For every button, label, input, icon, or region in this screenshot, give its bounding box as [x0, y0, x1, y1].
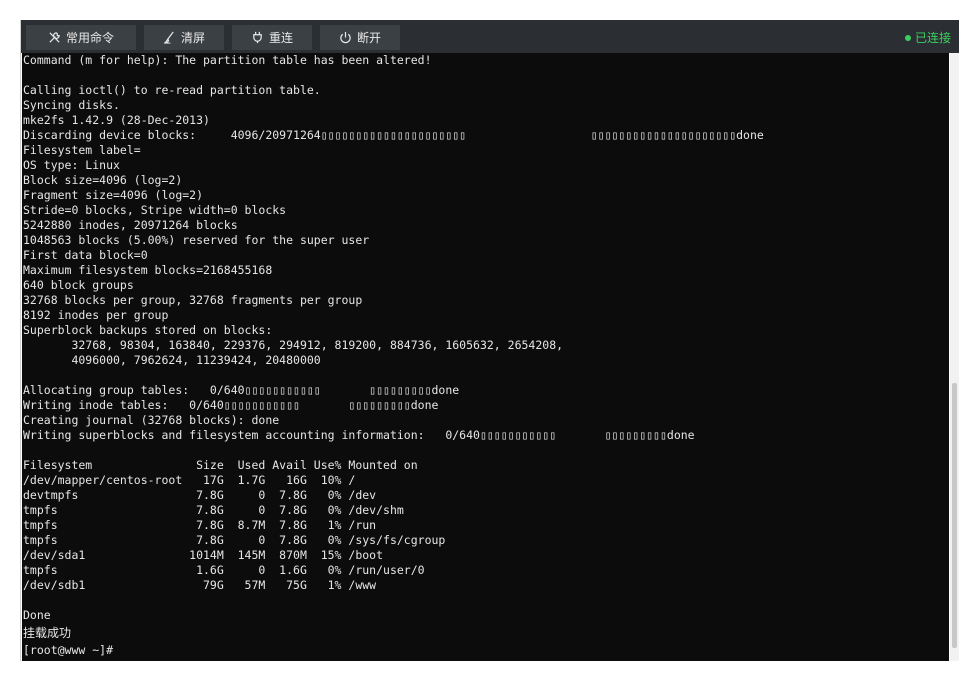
terminal-line: 4096000, 7962624, 11239424, 20480000 [23, 353, 321, 367]
terminal-window: 常用命令 清屏 重连 断开 已连接 Command (m for help): … [20, 20, 959, 661]
terminal-line: Syncing disks. [23, 98, 120, 112]
plug-icon [251, 31, 264, 44]
terminal-line: /dev/sdb1 79G 57M 75G 1% /www [23, 578, 377, 592]
terminal-line: Maximum filesystem blocks=2168455168 [23, 263, 273, 277]
scrollbar-thumb[interactable] [952, 383, 957, 648]
reconnect-label: 重连 [268, 31, 293, 45]
terminal-line: Allocating group tables: 0/640▯▯▯▯▯▯▯▯▯▯… [23, 383, 460, 397]
terminal-line: Stride=0 blocks, Stripe width=0 blocks [23, 203, 287, 217]
common-commands-label: 常用命令 [65, 31, 114, 45]
terminal-line: 32768 blocks per group, 32768 fragments … [23, 293, 363, 307]
terminal-text: Command (m for help): The partition tabl… [22, 53, 949, 658]
terminal-line: Superblock backups stored on blocks: [23, 323, 273, 337]
common-commands-button[interactable]: 常用命令 [26, 25, 136, 50]
brush-icon [163, 31, 176, 44]
clear-screen-label: 清屏 [180, 31, 205, 45]
connection-status-label: 已连接 [914, 31, 951, 45]
shell-prompt[interactable]: [root@www ~]# [23, 643, 949, 658]
terminal-line: tmpfs 7.8G 0 7.8G 0% /sys/fs/cgroup [23, 533, 446, 547]
terminal-line: 32768, 98304, 163840, 229376, 294912, 81… [23, 338, 564, 352]
terminal-line: Filesystem Size Used Avail Use% Mounted … [23, 458, 418, 472]
terminal-line: Writing superblocks and filesystem accou… [23, 428, 695, 442]
terminal-line: Filesystem label= [23, 143, 141, 157]
terminal-line: 5242880 inodes, 20971264 blocks [23, 218, 238, 232]
terminal-line: 1048563 blocks (5.00%) reserved for the … [23, 233, 370, 247]
terminal-line: devtmpfs 7.8G 0 7.8G 0% /dev [23, 488, 377, 502]
terminal-line: Discarding device blocks: 4096/20971264▯… [23, 128, 764, 142]
reconnect-button[interactable]: 重连 [232, 25, 312, 50]
terminal-output[interactable]: Command (m for help): The partition tabl… [22, 53, 949, 661]
mount-success-line: 挂载成功 [23, 626, 72, 640]
tools-icon [48, 31, 61, 44]
terminal-line: First data block=0 [23, 248, 148, 262]
disconnect-label: 断开 [356, 31, 381, 45]
terminal-line: Creating journal (32768 blocks): done [23, 413, 280, 427]
terminal-line: 640 block groups [23, 278, 134, 292]
clear-screen-button[interactable]: 清屏 [144, 25, 224, 50]
terminal-line: /dev/sda1 1014M 145M 870M 15% /boot [23, 548, 384, 562]
terminal-line: tmpfs 1.6G 0 1.6G 0% /run/user/0 [23, 563, 425, 577]
terminal-line: Command (m for help): The partition tabl… [23, 53, 432, 67]
terminal-line: 8192 inodes per group [23, 308, 169, 322]
terminal-line: Done [23, 608, 51, 622]
terminal-line: OS type: Linux [23, 158, 120, 172]
terminal-line: tmpfs 7.8G 8.7M 7.8G 1% /run [23, 518, 377, 532]
terminal-line: /dev/mapper/centos-root 17G 1.7G 16G 10%… [23, 473, 356, 487]
terminal-toolbar: 常用命令 清屏 重连 断开 已连接 [21, 20, 959, 53]
disconnect-button[interactable]: 断开 [320, 25, 400, 50]
terminal-line: mke2fs 1.42.9 (28-Dec-2013) [23, 113, 210, 127]
terminal-line: Fragment size=4096 (log=2) [23, 188, 204, 202]
terminal-line: Calling ioctl() to re-read partition tab… [23, 83, 321, 97]
scrollbar-track[interactable] [950, 53, 959, 661]
terminal-line: Writing inode tables: 0/640▯▯▯▯▯▯▯▯▯▯▯ ▯… [23, 398, 439, 412]
terminal-line: Block size=4096 (log=2) [23, 173, 183, 187]
terminal-line: tmpfs 7.8G 0 7.8G 0% /dev/shm [23, 503, 404, 517]
status-dot-icon [904, 34, 911, 41]
power-icon [339, 31, 352, 44]
connection-status: 已连接 [904, 29, 951, 46]
